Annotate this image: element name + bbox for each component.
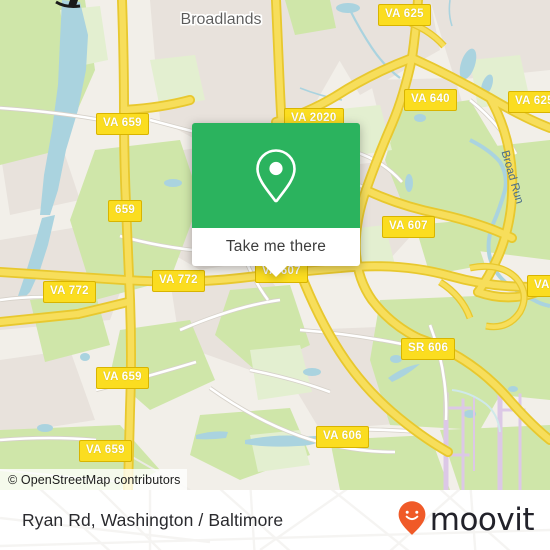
osm-attribution[interactable]: © OpenStreetMap contributors <box>0 469 187 490</box>
moovit-smiley-pin-icon <box>397 500 427 541</box>
take-me-there-label: Take me there <box>225 238 327 255</box>
footer-bar: Ryan Rd, Washington / Baltimore moovit <box>0 490 550 550</box>
road-shield: VA 607 <box>382 216 435 238</box>
map-pin-icon <box>253 147 299 205</box>
moovit-wordmark: moovit <box>429 501 535 538</box>
popup-pointer-tail <box>265 266 287 277</box>
road-shield: VA 625 <box>378 4 431 26</box>
popup-image-area <box>192 123 360 228</box>
road-shield: VA <box>527 275 550 297</box>
road-shield: SR 606 <box>401 338 456 360</box>
road-shield: VA 625 <box>508 91 550 113</box>
road-shield: 659 <box>108 200 143 222</box>
road-shield: VA 659 <box>96 367 149 389</box>
road-shield: VA 659 <box>79 440 132 462</box>
road-shield: VA 606 <box>316 426 369 448</box>
map-place-label: Broadlands <box>181 11 262 28</box>
road-shield: VA 772 <box>43 281 96 303</box>
road-shield: VA 640 <box>404 89 457 111</box>
road-shield: VA 659 <box>96 113 149 135</box>
station-popup-card[interactable]: Take me there <box>192 123 360 277</box>
road-shield: VA 772 <box>152 270 205 292</box>
page-title: Ryan Rd, Washington / Baltimore <box>22 509 284 530</box>
osm-attribution-text: © OpenStreetMap contributors <box>8 472 181 487</box>
app-root: Broadlands Broad Run VA 625VA 640VA 625V… <box>0 0 550 550</box>
moovit-logo[interactable]: moovit <box>397 500 535 541</box>
take-me-there-button[interactable]: Take me there <box>192 228 360 266</box>
